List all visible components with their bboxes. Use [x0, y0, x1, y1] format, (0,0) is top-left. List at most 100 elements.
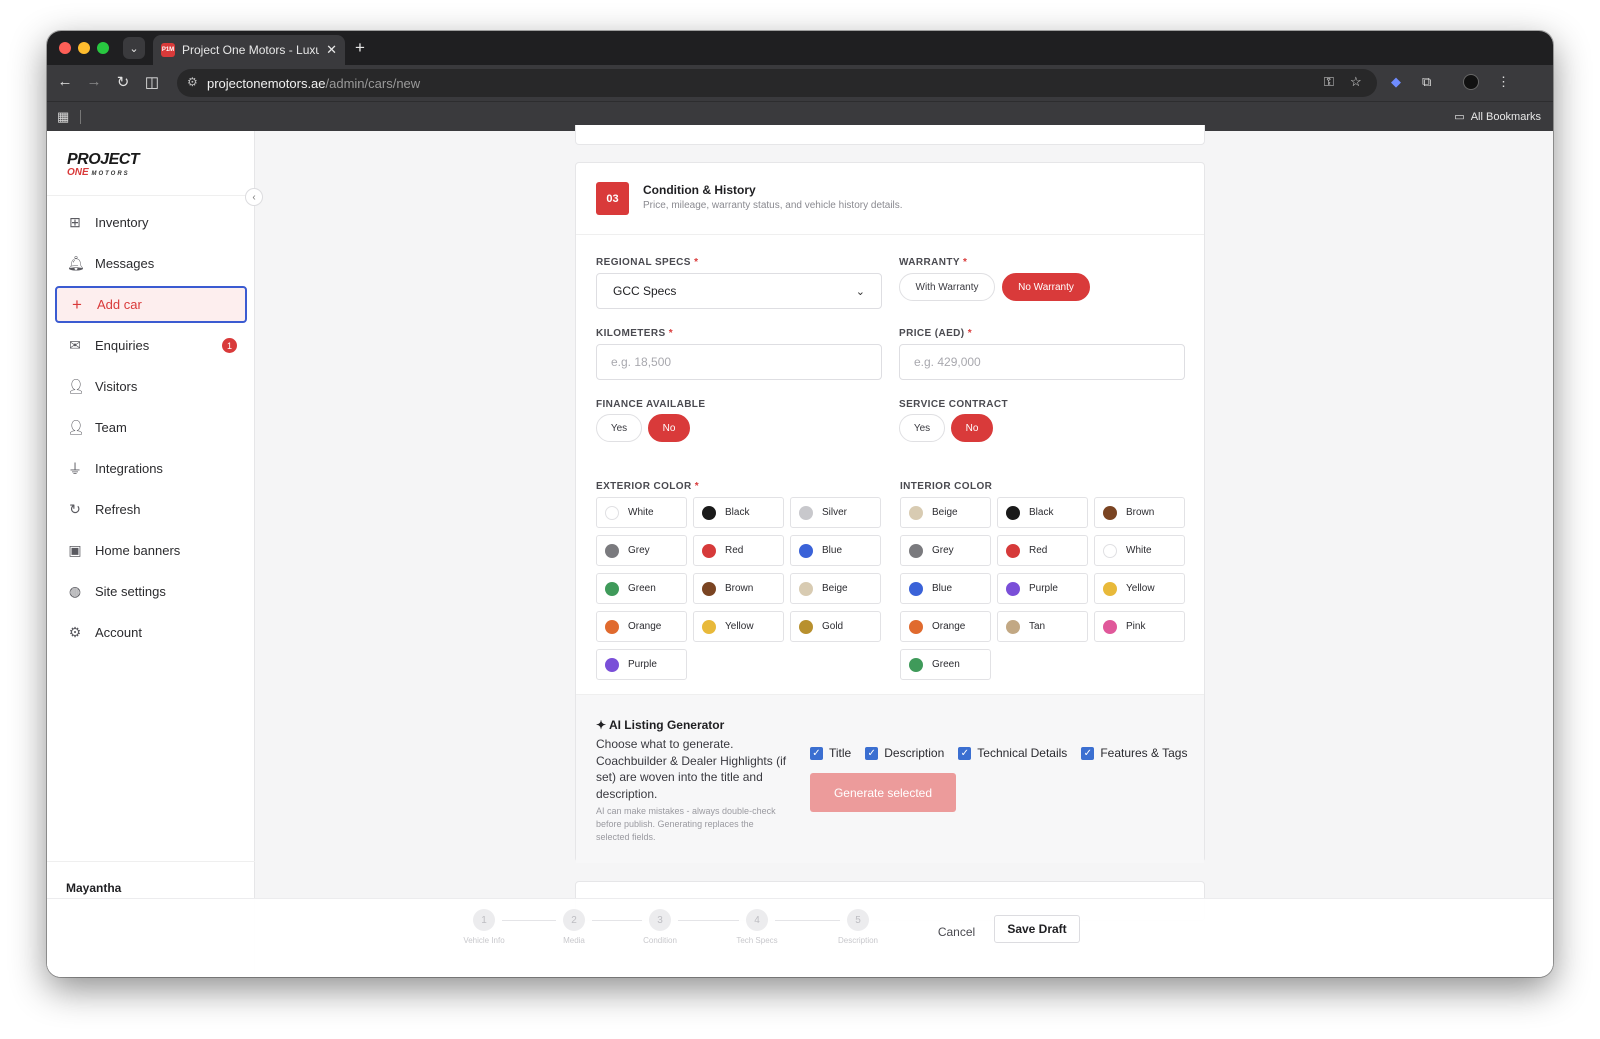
required-mark: *: [694, 481, 700, 492]
kilometers-input[interactable]: [596, 344, 882, 380]
ai-option-features-tags[interactable]: ✓ Features & Tags: [1081, 746, 1187, 760]
address-bar[interactable]: ⚙ projectonemotors.ae/admin/cars/new: [177, 69, 1377, 97]
exterior-color-option[interactable]: Red: [693, 535, 784, 566]
step-media[interactable]: 2 Media: [544, 909, 604, 945]
minimize-window-button[interactable]: [78, 42, 90, 54]
collapse-sidebar-button[interactable]: ‹: [245, 188, 263, 206]
url-host: projectonemotors.ae: [207, 75, 326, 91]
interior-color-option[interactable]: Blue: [900, 573, 991, 604]
step-label: Tech Specs: [736, 936, 778, 945]
checkbox-checked-icon[interactable]: ✓: [958, 746, 972, 760]
generate-selected-button[interactable]: Generate selected: [810, 773, 956, 812]
forward-icon[interactable]: →: [84, 73, 104, 90]
exterior-color-option[interactable]: Orange: [596, 611, 687, 642]
color-dot: [1103, 619, 1117, 634]
tab-search-button[interactable]: ⌄: [123, 37, 145, 59]
image-icon: ▣: [68, 542, 82, 558]
kilometers-label: KILOMETERS *: [596, 328, 673, 339]
bookmarks-divider: [80, 110, 81, 124]
interior-color-option[interactable]: Purple: [997, 573, 1088, 604]
step-vehicle-info[interactable]: 1 Vehicle Info: [454, 909, 514, 945]
sidebar-item-account[interactable]: ⚙ Account: [55, 614, 247, 651]
exterior-color-option[interactable]: Grey: [596, 535, 687, 566]
maximize-window-button[interactable]: [97, 42, 109, 54]
interior-color-option[interactable]: Grey: [900, 535, 991, 566]
sidebar-item-inventory[interactable]: ⊞ Inventory: [55, 204, 247, 241]
exterior-color-option[interactable]: Black: [693, 497, 784, 528]
apps-grid-icon[interactable]: ▦: [57, 109, 69, 125]
exterior-color-option[interactable]: Gold: [790, 611, 881, 642]
extensions-puzzle-icon[interactable]: ⧉: [1422, 74, 1431, 90]
close-tab-icon[interactable]: ✕: [326, 42, 337, 58]
color-name: Black: [1029, 507, 1054, 518]
regional-specs-select[interactable]: GCC Specs ⌄: [596, 273, 882, 309]
ai-option-description[interactable]: ✓ Description: [865, 746, 944, 760]
checkbox-checked-icon[interactable]: ✓: [865, 746, 879, 760]
sidebar-item-home-banners[interactable]: ▣ Home banners: [55, 532, 247, 569]
with-warranty-option[interactable]: With Warranty: [899, 273, 995, 301]
all-bookmarks-button[interactable]: ▭ All Bookmarks: [1454, 110, 1541, 124]
profile-avatar[interactable]: [1463, 74, 1479, 90]
step-description[interactable]: 5 Description: [828, 909, 888, 945]
sidebar-item-refresh[interactable]: ↻ Refresh: [55, 491, 247, 528]
sidebar-item-messages[interactable]: 🔔︎ Messages: [55, 245, 247, 282]
site-info-icon[interactable]: ⚙: [187, 75, 198, 89]
sidebar-item-label: Refresh: [95, 502, 141, 517]
finance-no-option[interactable]: No: [648, 414, 690, 442]
sidebar-item-add-car[interactable]: + Add car: [55, 286, 247, 323]
exterior-color-option[interactable]: Brown: [693, 573, 784, 604]
extension-tag-icon[interactable]: ◆: [1391, 74, 1401, 90]
exterior-color-option[interactable]: Purple: [596, 649, 687, 680]
ai-option-technical-details[interactable]: ✓ Technical Details: [958, 746, 1067, 760]
checkbox-checked-icon[interactable]: ✓: [810, 746, 823, 760]
color-name: Brown: [1126, 507, 1155, 518]
interior-color-option[interactable]: Red: [997, 535, 1088, 566]
sidebar-item-integrations[interactable]: ⏚ Integrations: [55, 450, 247, 487]
interior-color-option[interactable]: Beige: [900, 497, 991, 528]
interior-color-option[interactable]: Yellow: [1094, 573, 1185, 604]
step-condition[interactable]: 3 Condition: [630, 909, 690, 945]
password-key-icon[interactable]: ⚿: [1324, 74, 1334, 90]
new-tab-button[interactable]: +: [355, 38, 365, 58]
no-warranty-option[interactable]: No Warranty: [1002, 273, 1090, 301]
color-name: Red: [725, 545, 744, 556]
exterior-color-option[interactable]: Blue: [790, 535, 881, 566]
close-window-button[interactable]: [59, 42, 71, 54]
exterior-color-option[interactable]: Silver: [790, 497, 881, 528]
interior-color-option[interactable]: Green: [900, 649, 991, 680]
interior-color-option[interactable]: Black: [997, 497, 1088, 528]
exterior-color-option[interactable]: White: [596, 497, 687, 528]
interior-color-option[interactable]: Tan: [997, 611, 1088, 642]
interior-color-option[interactable]: White: [1094, 535, 1185, 566]
cancel-button[interactable]: Cancel: [929, 918, 984, 945]
logo[interactable]: PROJECT ONE MOTORS: [67, 152, 169, 179]
sidebar-item-team[interactable]: 👤︎ Team: [55, 409, 247, 446]
sidebar-item-site-settings[interactable]: ◍ Site settings: [55, 573, 247, 610]
browser-menu-icon[interactable]: ⋮: [1497, 74, 1510, 90]
exterior-color-option[interactable]: Green: [596, 573, 687, 604]
save-draft-button[interactable]: Save Draft: [994, 915, 1080, 943]
reload-icon[interactable]: ↻: [113, 73, 133, 91]
interior-color-option[interactable]: Pink: [1094, 611, 1185, 642]
step-tech-specs[interactable]: 4 Tech Specs: [727, 909, 787, 945]
browser-tab[interactable]: P1M Project One Motors - Luxury ✕: [153, 35, 345, 65]
service-no-option[interactable]: No: [951, 414, 993, 442]
interior-color-option[interactable]: Brown: [1094, 497, 1185, 528]
exterior-color-option[interactable]: Yellow: [693, 611, 784, 642]
checkbox-checked-icon[interactable]: ✓: [1081, 746, 1095, 760]
service-yes-option[interactable]: Yes: [899, 414, 945, 442]
interior-color-option[interactable]: Orange: [900, 611, 991, 642]
exterior-color-option[interactable]: Beige: [790, 573, 881, 604]
finance-yes-option[interactable]: Yes: [596, 414, 642, 442]
back-icon[interactable]: ←: [55, 73, 75, 90]
ai-option-label: Technical Details: [977, 746, 1068, 760]
color-name: Green: [628, 583, 656, 594]
ai-option-title[interactable]: ✓ Title: [810, 746, 851, 760]
split-view-icon[interactable]: ◫: [142, 73, 162, 91]
price-input[interactable]: [899, 344, 1185, 380]
logo-line-2-text: ONE: [67, 167, 89, 178]
sidebar-item-visitors[interactable]: 👤︎ Visitors: [55, 368, 247, 405]
bookmark-star-icon[interactable]: ☆: [1350, 74, 1362, 90]
sidebar-item-enquiries[interactable]: ✉ Enquiries 1: [55, 327, 247, 364]
color-dot: [1103, 505, 1117, 520]
